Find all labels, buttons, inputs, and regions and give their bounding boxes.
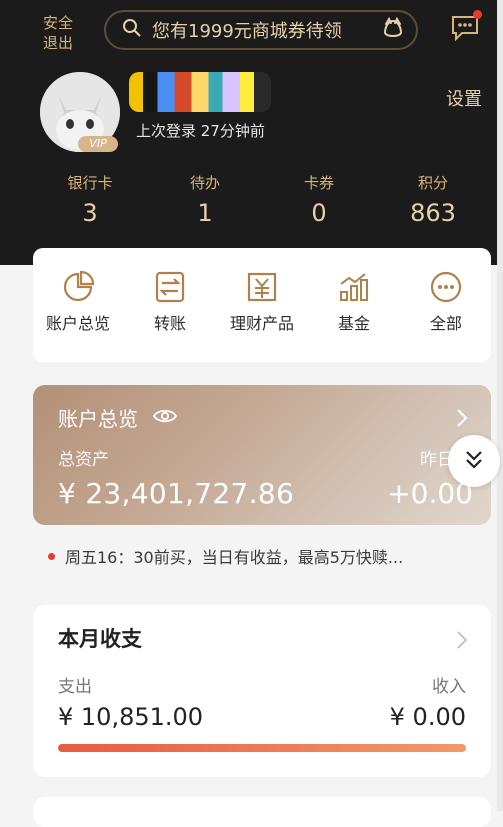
income-label: 收入 xyxy=(432,677,466,697)
stat-label: 待办 xyxy=(189,174,220,192)
notice-text: 周五16：30前买，当日有收益，最高5万快赎... xyxy=(65,548,404,567)
expand-button[interactable] xyxy=(448,435,500,487)
fund-chart-icon xyxy=(337,270,371,304)
stat-value: 3 xyxy=(82,199,98,227)
voice-icon[interactable] xyxy=(380,15,406,46)
total-assets-label: 总资产 xyxy=(58,450,109,470)
username-censored xyxy=(129,72,271,112)
expense-value: ¥ 10,851.00 xyxy=(58,703,204,731)
transfer-icon xyxy=(153,270,187,304)
stat-todo[interactable]: 待办 1 xyxy=(160,172,250,227)
stat-points[interactable]: 积分 863 xyxy=(388,172,478,227)
stat-value: 0 xyxy=(311,199,327,227)
stat-label: 银行卡 xyxy=(67,174,113,192)
total-assets-value: ¥ 23,401,727.86 xyxy=(58,477,295,510)
shortcut-label: 理财产品 xyxy=(229,314,294,333)
stat-value: 863 xyxy=(410,199,456,227)
search-placeholder: 您有1999元商城券待领 xyxy=(152,21,342,42)
message-icon[interactable] xyxy=(450,10,482,42)
wealth-products-icon xyxy=(245,270,279,304)
stat-coupons[interactable]: 卡券 0 xyxy=(274,172,364,227)
search-bar[interactable]: 您有1999元商城券待领 xyxy=(104,10,418,50)
stat-bank-cards[interactable]: 银行卡 3 xyxy=(45,172,135,227)
shortcut-all[interactable]: 全部 xyxy=(401,270,491,334)
stat-value: 1 xyxy=(197,199,213,227)
expense-income-bar xyxy=(58,744,466,752)
stats-row: 银行卡 3 待办 1 卡券 0 积分 863 xyxy=(30,172,480,232)
double-chevron-down-icon xyxy=(466,451,482,469)
vip-badge: VIP xyxy=(78,136,118,152)
shortcut-label: 基金 xyxy=(337,314,370,333)
next-card-peek xyxy=(33,797,491,827)
right-edge-strip xyxy=(497,0,503,811)
assets-title: 账户总览 xyxy=(58,407,138,431)
last-login-text: 上次登录 27分钟前 xyxy=(136,122,265,140)
stat-label: 卡券 xyxy=(303,174,334,192)
more-icon xyxy=(429,270,463,304)
shortcut-label: 全部 xyxy=(429,314,462,333)
chevron-right-icon xyxy=(455,407,469,429)
shortcut-wealth-products[interactable]: 理财产品 xyxy=(217,270,307,334)
shortcut-label: 账户总览 xyxy=(45,314,110,333)
logout-button[interactable]: 安全退出 xyxy=(40,13,76,53)
notice-banner[interactable]: 周五16：30前买，当日有收益，最高5万快赎... xyxy=(48,544,473,568)
search-icon xyxy=(122,18,142,43)
settings-button[interactable]: 设置 xyxy=(446,85,482,111)
notice-dot xyxy=(48,552,55,560)
eye-icon[interactable] xyxy=(152,407,178,425)
shortcut-grid: 账户总览 转账 理财产品 基金 全部 xyxy=(33,248,491,362)
shortcut-transfer[interactable]: 转账 xyxy=(125,270,215,334)
shortcut-account-overview[interactable]: 账户总览 xyxy=(33,270,123,334)
shortcut-label: 转账 xyxy=(153,314,186,333)
monthly-title: 本月收支 xyxy=(58,627,142,651)
income-value: ¥ 0.00 xyxy=(389,703,466,731)
stat-label: 积分 xyxy=(417,174,448,192)
chevron-right-icon xyxy=(455,629,469,651)
shortcut-fund[interactable]: 基金 xyxy=(309,270,399,334)
monthly-summary-card[interactable]: 本月收支 支出 收入 ¥ 10,851.00 ¥ 0.00 xyxy=(33,605,491,777)
expense-label: 支出 xyxy=(58,677,92,697)
pie-chart-icon xyxy=(61,270,95,304)
message-unread-dot xyxy=(473,10,482,19)
assets-card[interactable]: 账户总览 总资产 昨日收 ¥ 23,401,727.86 +0.00 xyxy=(33,385,491,525)
